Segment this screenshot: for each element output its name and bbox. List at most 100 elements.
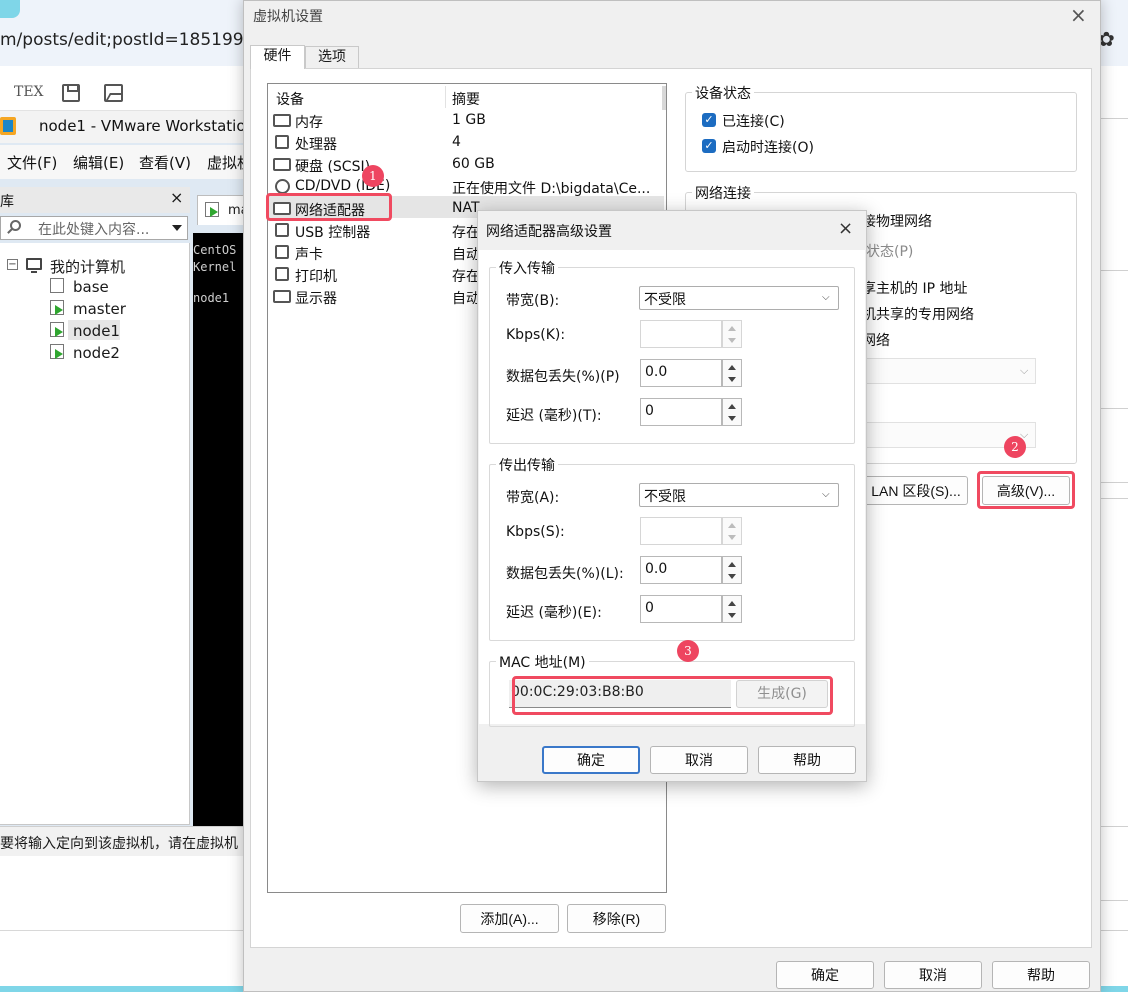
computer-icon bbox=[26, 258, 42, 273]
incoming-loss-value: 0.0 bbox=[645, 364, 668, 380]
tree-item-node1[interactable]: node1 bbox=[73, 322, 120, 340]
usb-icon bbox=[275, 223, 289, 237]
custom-network-select[interactable] bbox=[866, 358, 1036, 384]
console-line: Kernel bbox=[193, 260, 237, 274]
incoming-latency-label: 延迟 (毫秒)(T): bbox=[506, 408, 602, 424]
group-title: 传出传输 bbox=[496, 455, 558, 475]
close-icon[interactable]: × bbox=[1070, 3, 1087, 27]
close-icon[interactable]: × bbox=[838, 218, 853, 239]
dialog-title: 网络适配器高级设置 bbox=[486, 224, 612, 240]
chevron-down-icon: ⌵ bbox=[1020, 364, 1029, 377]
device-name[interactable]: 内存 bbox=[295, 112, 323, 132]
outgoing-kbps-input[interactable] bbox=[640, 517, 722, 545]
menu-view[interactable]: 查看(V) bbox=[139, 152, 191, 173]
device-summary[interactable]: 4 bbox=[452, 134, 461, 150]
outgoing-loss-spinner[interactable] bbox=[722, 556, 742, 584]
library-close-icon[interactable]: × bbox=[170, 188, 183, 207]
remove-button[interactable]: 移除(R) bbox=[567, 904, 666, 933]
advanced-cancel-button[interactable]: 取消 bbox=[650, 746, 748, 774]
device-summary[interactable]: NAT bbox=[452, 200, 480, 216]
device-name[interactable]: 打印机 bbox=[295, 266, 337, 286]
tree-item-my-computer[interactable]: 我的计算机 bbox=[50, 256, 125, 277]
device-summary[interactable]: 自动 bbox=[452, 288, 480, 308]
incoming-bandwidth-value: 不受限 bbox=[644, 292, 686, 308]
tex-icon[interactable]: TEX bbox=[14, 84, 44, 100]
library-search-placeholder: 在此处键入内容... bbox=[38, 222, 150, 238]
add-button[interactable]: 添加(A)... bbox=[460, 904, 559, 933]
menu-file[interactable]: 文件(F) bbox=[7, 152, 57, 173]
device-name[interactable]: 硬盘 (SCSI) bbox=[295, 156, 370, 176]
device-summary[interactable]: 1 GB bbox=[452, 112, 486, 128]
browser-tab[interactable] bbox=[0, 0, 20, 18]
nat-option-label[interactable]: 享主机的 IP 地址 bbox=[862, 278, 967, 298]
lan-segments-button[interactable]: LAN 区段(S)... bbox=[864, 476, 968, 505]
incoming-loss-spinner[interactable] bbox=[722, 359, 742, 387]
column-header-summary[interactable]: 摘要 bbox=[452, 89, 480, 109]
device-summary[interactable]: 自动 bbox=[452, 244, 480, 264]
divider bbox=[1100, 482, 1128, 483]
device-summary[interactable]: 存在 bbox=[452, 266, 480, 286]
address-bar[interactable]: m/posts/edit;postId=18519966 bbox=[0, 30, 265, 50]
outgoing-latency-spinner[interactable] bbox=[722, 595, 742, 623]
divider bbox=[1100, 826, 1128, 827]
library-header bbox=[0, 187, 190, 213]
group-title: MAC 地址(M) bbox=[496, 652, 589, 672]
device-name[interactable]: 处理器 bbox=[295, 134, 337, 154]
outgoing-latency-value: 0 bbox=[645, 600, 654, 616]
cancel-button[interactable]: 取消 bbox=[884, 961, 982, 989]
vm-running-icon bbox=[205, 202, 219, 217]
callout-highlight bbox=[512, 676, 833, 715]
dialog-title: 虚拟机设置 bbox=[253, 9, 323, 25]
connected-checkbox[interactable]: ✓ bbox=[702, 113, 716, 127]
tab-hardware[interactable]: 硬件 bbox=[250, 45, 305, 69]
device-summary[interactable]: 正在使用文件 D:\bigdata\Ce... bbox=[452, 178, 650, 198]
vm-console[interactable] bbox=[193, 233, 250, 827]
device-name[interactable]: 声卡 bbox=[295, 244, 323, 264]
connect-at-power-on-checkbox[interactable]: ✓ bbox=[702, 139, 716, 153]
connected-label[interactable]: 已连接(C) bbox=[722, 111, 785, 131]
divider bbox=[1100, 930, 1128, 931]
host-only-option-label[interactable]: 机共享的专用网络 bbox=[862, 304, 974, 324]
library-title: 库 bbox=[0, 194, 14, 210]
chevron-down-icon: ⌵ bbox=[822, 292, 830, 303]
incoming-kbps-spinner[interactable] bbox=[722, 320, 742, 348]
vm-running-icon bbox=[50, 300, 64, 315]
replicate-state-label[interactable]: 状态(P) bbox=[866, 241, 913, 261]
device-name[interactable]: USB 控制器 bbox=[295, 222, 370, 242]
search-icon bbox=[10, 220, 21, 231]
device-summary[interactable]: 60 GB bbox=[452, 156, 495, 172]
group-title: 网络连接 bbox=[692, 183, 754, 203]
tree-item-base[interactable]: base bbox=[73, 278, 109, 296]
advanced-help-button[interactable]: 帮助 bbox=[758, 746, 856, 774]
column-divider[interactable] bbox=[445, 86, 446, 108]
device-name[interactable]: 显示器 bbox=[295, 288, 337, 308]
outgoing-kbps-spinner[interactable] bbox=[722, 517, 742, 545]
tab-options[interactable]: 选项 bbox=[305, 46, 359, 68]
tree-item-master[interactable]: master bbox=[73, 300, 126, 318]
image-icon[interactable] bbox=[104, 84, 123, 102]
menu-edit[interactable]: 编辑(E) bbox=[73, 152, 124, 173]
incoming-latency-spinner[interactable] bbox=[722, 398, 742, 426]
scrollbar[interactable] bbox=[662, 86, 666, 110]
callout-highlight bbox=[266, 193, 392, 221]
advanced-ok-button[interactable]: 确定 bbox=[542, 746, 640, 774]
save-icon[interactable] bbox=[62, 84, 80, 102]
help-button[interactable]: 帮助 bbox=[992, 961, 1090, 989]
connect-at-power-on-label[interactable]: 启动时连接(O) bbox=[722, 137, 814, 157]
divider bbox=[1100, 270, 1128, 271]
bridged-option-label[interactable]: 接物理网络 bbox=[862, 211, 932, 231]
divider bbox=[1100, 118, 1128, 119]
divider bbox=[1100, 900, 1128, 901]
ok-button[interactable]: 确定 bbox=[776, 961, 874, 989]
column-header-device[interactable]: 设备 bbox=[276, 89, 304, 109]
memory-icon bbox=[273, 114, 291, 127]
incoming-kbps-input[interactable] bbox=[640, 320, 722, 348]
collapse-icon[interactable]: − bbox=[7, 259, 18, 270]
device-summary[interactable]: 存在 bbox=[452, 222, 480, 242]
extensions-icon[interactable]: ✿ bbox=[1098, 28, 1120, 50]
chevron-down-icon[interactable] bbox=[172, 225, 182, 231]
outgoing-bandwidth-value: 不受限 bbox=[644, 489, 686, 505]
tree-item-node2[interactable]: node2 bbox=[73, 344, 120, 362]
page-background bbox=[0, 856, 250, 992]
callout-highlight bbox=[977, 471, 1075, 509]
